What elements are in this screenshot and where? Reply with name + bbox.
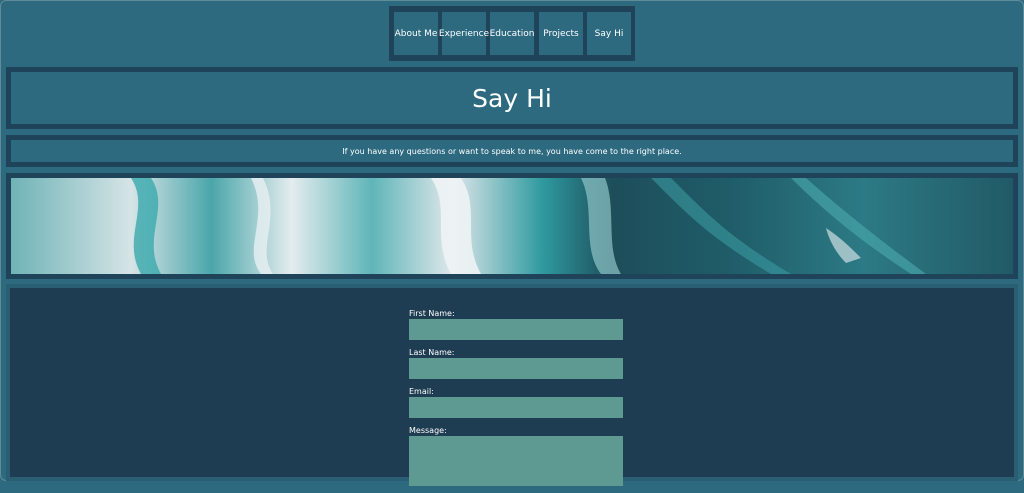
- message-textarea[interactable]: [409, 436, 623, 486]
- first-name-label: First Name:: [409, 309, 455, 318]
- last-name-input[interactable]: [409, 358, 623, 379]
- nav-item-about-me[interactable]: About Me: [394, 12, 438, 55]
- nav-item-label: About Me: [394, 28, 438, 39]
- email-label: Email:: [409, 387, 434, 396]
- banner-section: [6, 173, 1018, 279]
- email-input[interactable]: [409, 397, 623, 418]
- first-name-input[interactable]: [409, 319, 623, 340]
- nav-item-projects[interactable]: Projects: [539, 12, 583, 55]
- nav-item-say-hi[interactable]: Say Hi: [587, 12, 631, 55]
- contact-form-section: First Name: Last Name: Email: Message:: [6, 284, 1018, 486]
- page-title: Say Hi: [472, 83, 552, 113]
- nav-item-label: Projects: [543, 28, 579, 39]
- intro-text: If you have any questions or want to spe…: [342, 146, 682, 156]
- nav-item-education[interactable]: Education: [490, 12, 534, 55]
- nav-item-label: Experience: [438, 28, 490, 39]
- nav-item-label: Education: [489, 28, 535, 39]
- nav-item-experience[interactable]: Experience: [438, 12, 490, 55]
- banner-image: [11, 178, 1013, 274]
- contact-form: First Name: Last Name: Email: Message:: [409, 308, 624, 493]
- intro-section: If you have any questions or want to spe…: [6, 135, 1018, 167]
- top-nav: About Me Experience Education Projects S…: [389, 6, 635, 61]
- last-name-label: Last Name:: [409, 348, 455, 357]
- nav-item-label: Say Hi: [594, 28, 624, 39]
- title-section: Say Hi: [6, 67, 1018, 129]
- message-label: Message:: [409, 426, 447, 435]
